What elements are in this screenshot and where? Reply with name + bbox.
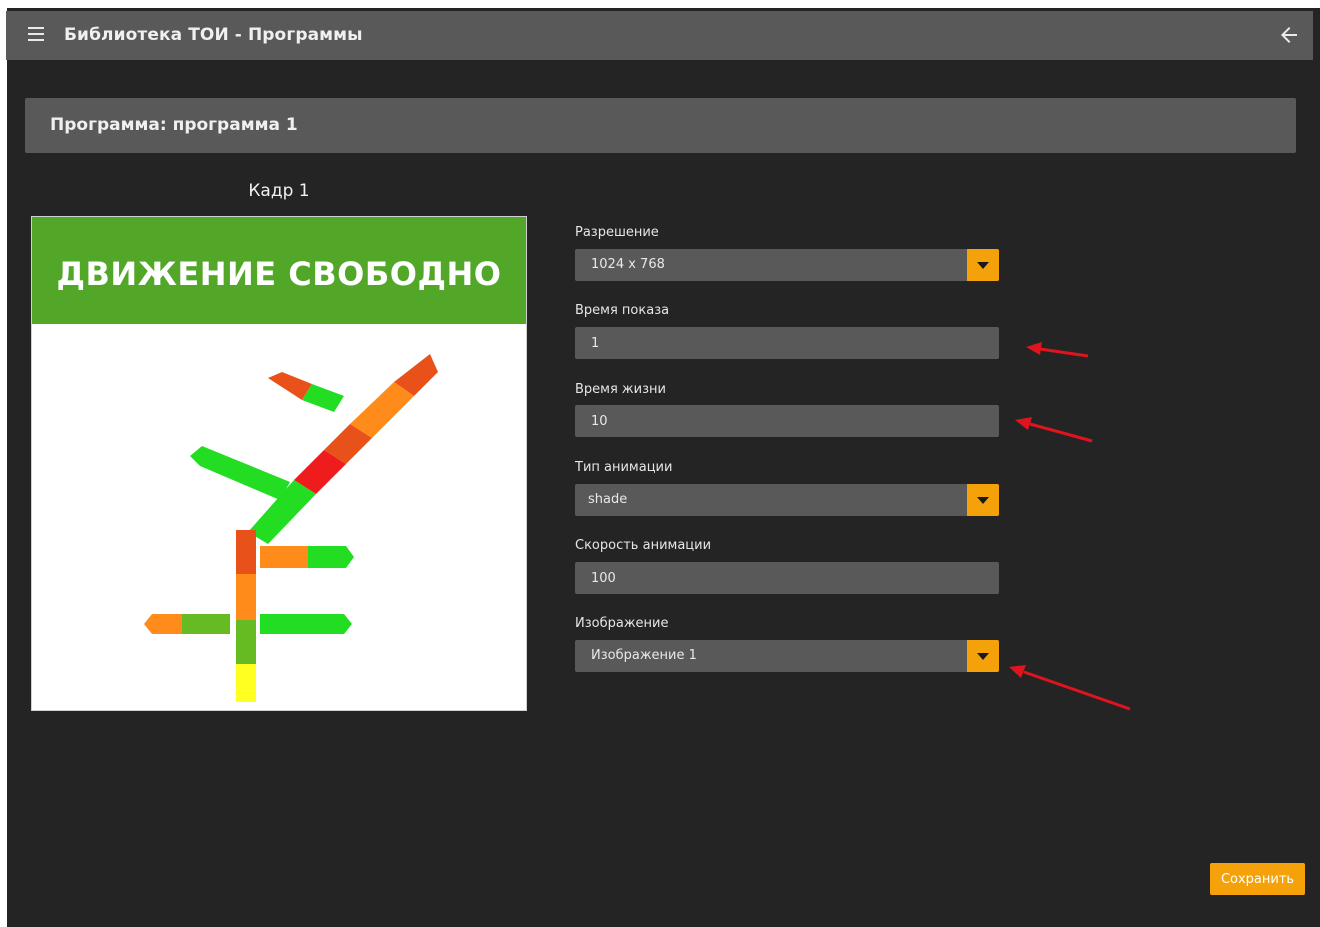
app-title: Библиотека ТОИ - Программы [64, 25, 363, 45]
animation-type-value: shade [588, 492, 628, 507]
resolution-label: Разрешение [575, 225, 659, 240]
lifetime-input[interactable] [575, 405, 999, 437]
frame-title: Кадр 1 [248, 181, 310, 201]
caret-down-icon [977, 497, 989, 504]
animation-type-select[interactable]: shade [575, 484, 999, 516]
image-select[interactable]: Изображение 1 [575, 640, 999, 672]
image-value: Изображение 1 [591, 648, 697, 663]
arrow-left-icon[interactable] [1277, 23, 1301, 47]
signpost-graphic [144, 354, 438, 702]
animation-speed-field[interactable] [575, 562, 999, 594]
animation-speed-label: Скорость анимации [575, 538, 712, 553]
display-time-label: Время показа [575, 303, 670, 318]
image-label: Изображение [575, 616, 669, 631]
animation-type-dropdown-button[interactable] [967, 484, 999, 516]
caret-down-icon [977, 653, 989, 660]
display-time-input[interactable] [575, 327, 999, 359]
resolution-select[interactable]: 1024 x 768 [575, 249, 999, 281]
frame-preview: ДВИЖЕНИЕ СВОБОДНО [31, 216, 527, 711]
lifetime-field[interactable] [575, 405, 999, 437]
animation-speed-input[interactable] [575, 562, 999, 594]
animation-type-label: Тип анимации [575, 460, 673, 475]
frame-banner-text: ДВИЖЕНИЕ СВОБОДНО [56, 255, 502, 293]
resolution-dropdown-button[interactable] [967, 249, 999, 281]
save-button[interactable]: Сохранить [1210, 863, 1305, 895]
top-app-bar: Библиотека ТОИ - Программы [6, 11, 1313, 60]
frame-banner: ДВИЖЕНИЕ СВОБОДНО [32, 217, 526, 324]
caret-down-icon [977, 262, 989, 269]
hamburger-menu-icon[interactable] [28, 27, 44, 43]
program-title: Программа: программа 1 [50, 115, 298, 135]
image-dropdown-button[interactable] [967, 640, 999, 672]
resolution-value: 1024 x 768 [591, 257, 665, 272]
lifetime-label: Время жизни [575, 382, 666, 397]
display-time-field[interactable] [575, 327, 999, 359]
program-header: Программа: программа 1 [25, 98, 1296, 153]
